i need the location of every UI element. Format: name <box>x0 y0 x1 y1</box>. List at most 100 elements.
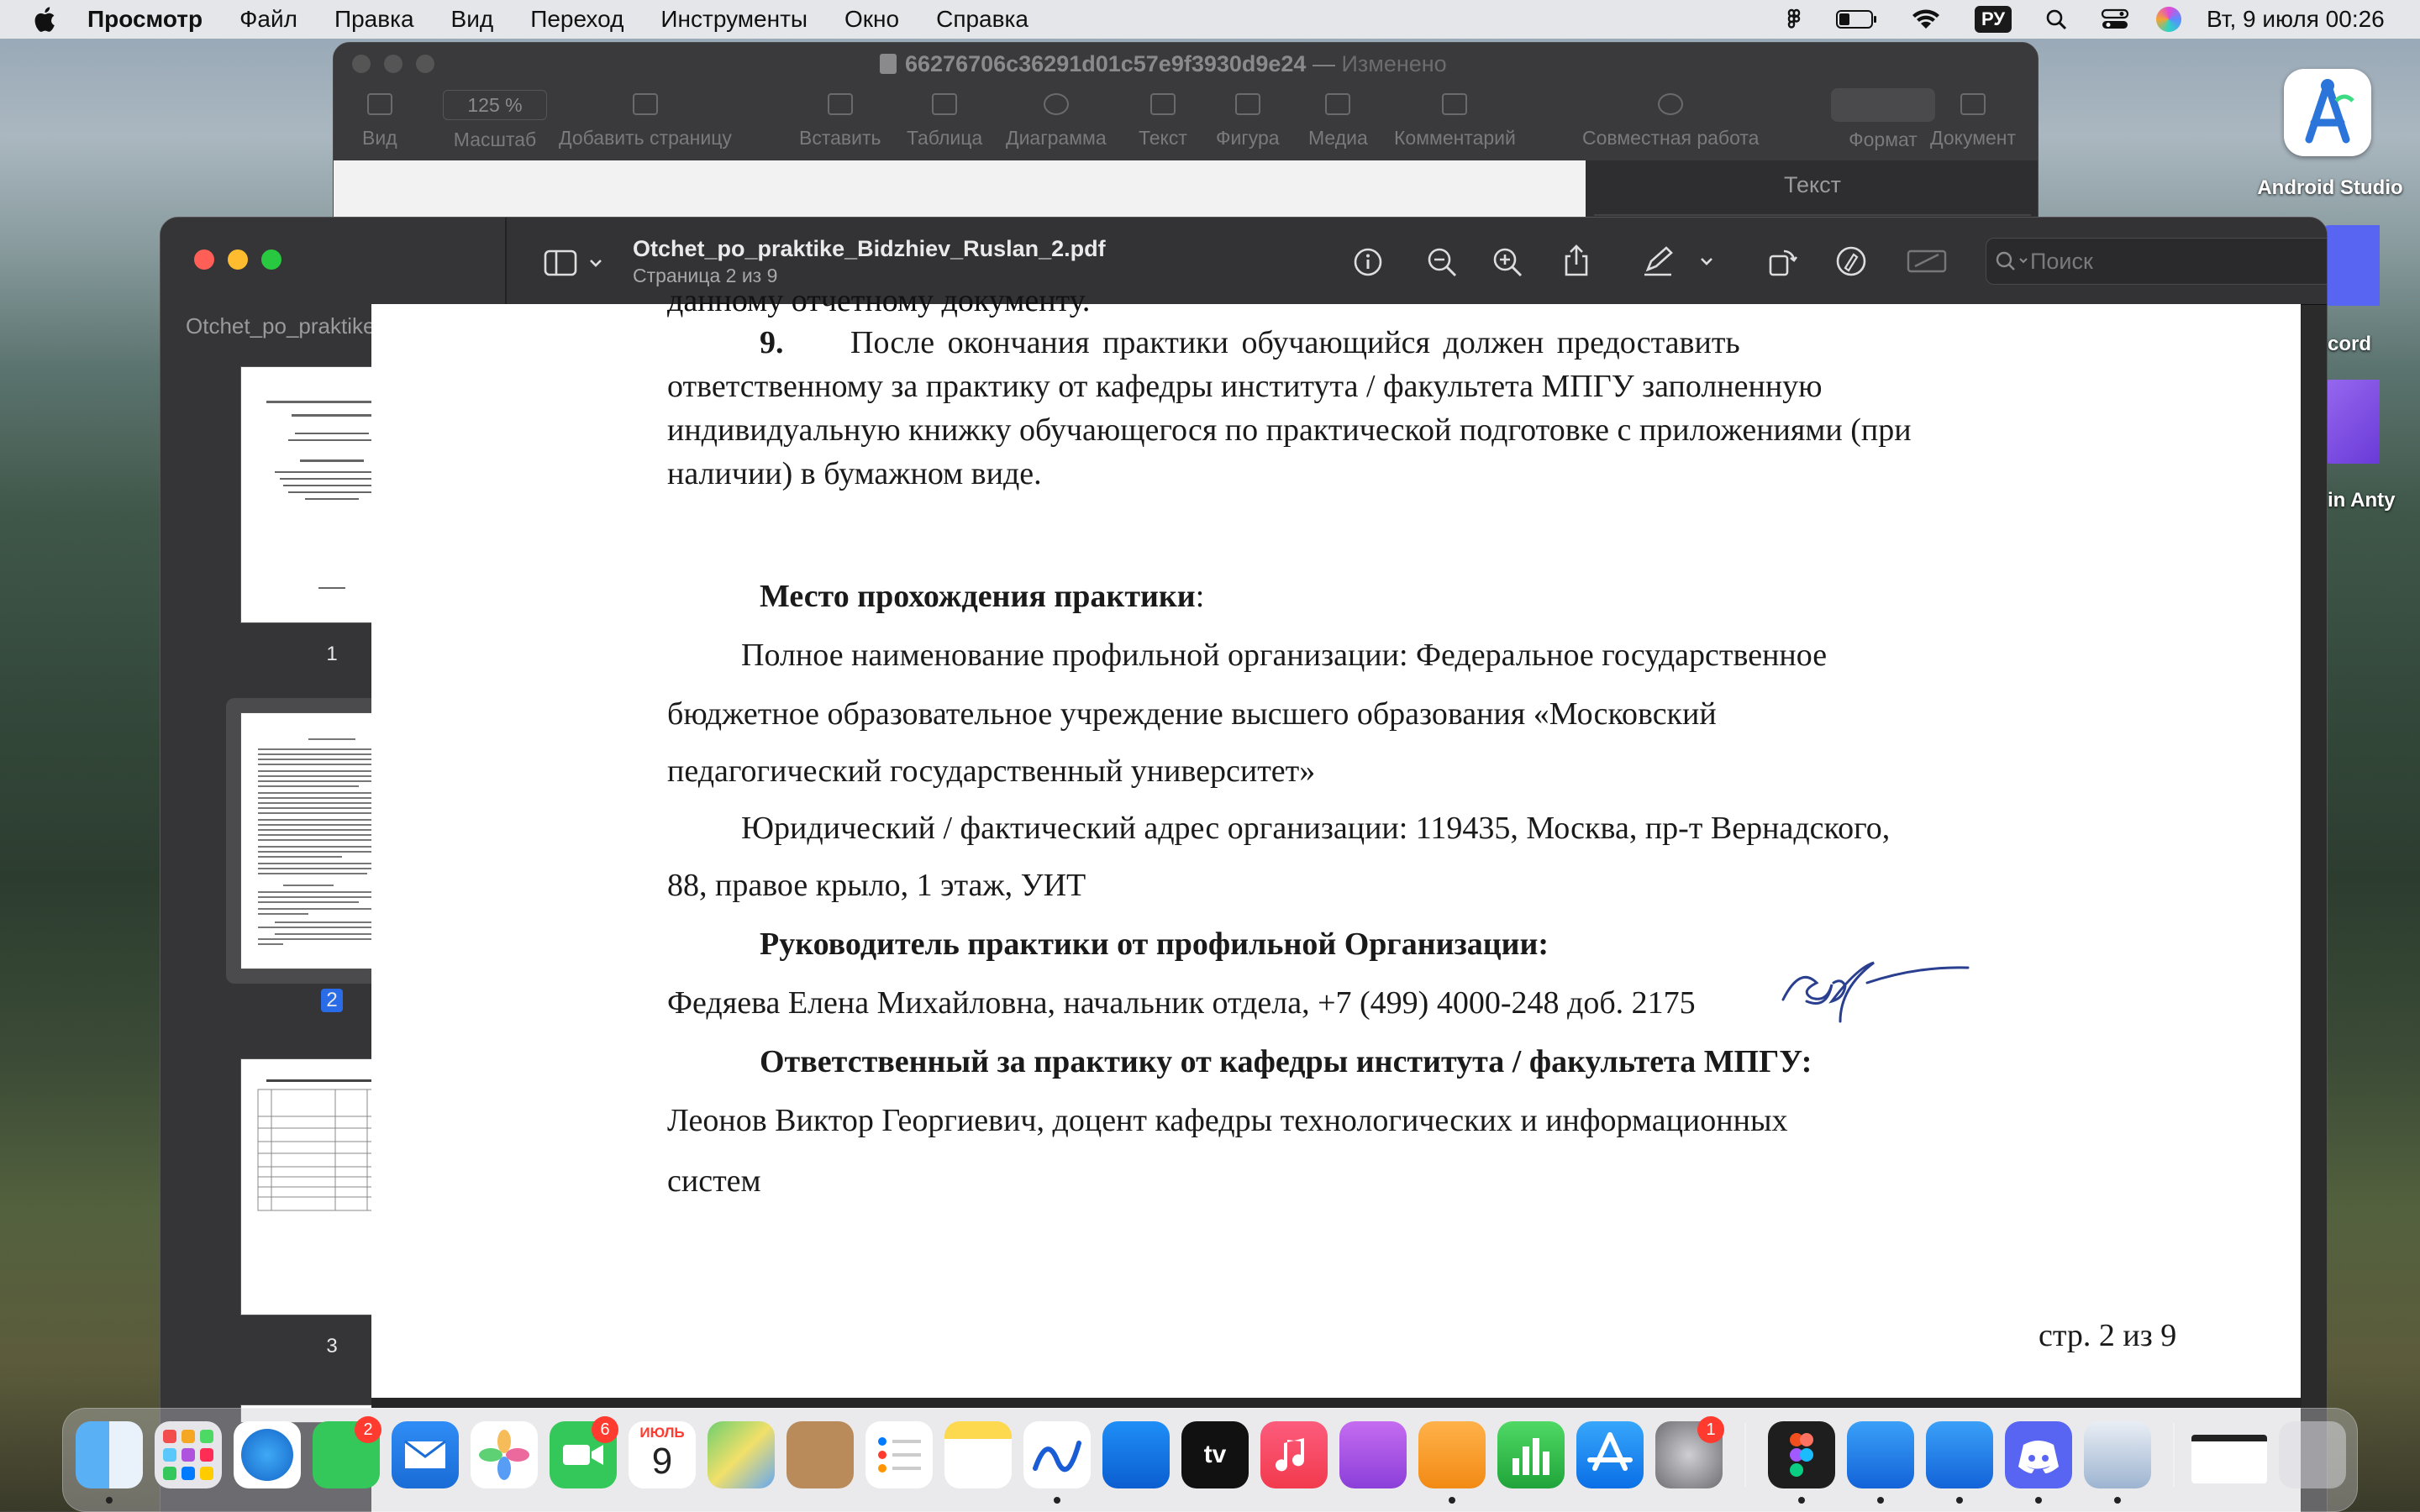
document-title: Otchet_po_praktike_Bidzhiev_Ruslan_2.pdf <box>633 236 1106 261</box>
scrollbar-track[interactable] <box>2302 305 2327 1512</box>
zoom-out-icon[interactable] <box>1426 246 1458 278</box>
menu-go[interactable]: Переход <box>530 6 623 33</box>
close-button[interactable] <box>194 249 214 270</box>
input-language[interactable]: РУ <box>1975 6 2012 33</box>
section-heading-responsible: Ответственный за практику от кафедры инс… <box>760 1044 1812 1079</box>
pages-icon[interactable] <box>1418 1421 1486 1488</box>
contacts-icon[interactable] <box>786 1421 854 1488</box>
menu-view[interactable]: Вид <box>451 6 494 33</box>
preview-icon[interactable] <box>2084 1421 2151 1488</box>
menu-window[interactable]: Окно <box>844 6 899 33</box>
menu-tools[interactable]: Инструменты <box>660 6 808 33</box>
menu-edit[interactable]: Правка <box>334 6 414 33</box>
document-icon <box>880 54 897 74</box>
add-page-button[interactable]: Добавить страницу <box>559 93 732 150</box>
format-button[interactable]: Формат <box>1831 88 1935 151</box>
dock-indicator-freeform <box>1054 1497 1060 1504</box>
battery-icon[interactable] <box>1835 0 1879 39</box>
podcasts-icon[interactable] <box>1339 1421 1407 1488</box>
settings-badge: 1 <box>1697 1416 1724 1443</box>
freeform-icon[interactable] <box>1023 1421 1091 1488</box>
launchpad-icon[interactable] <box>155 1421 222 1488</box>
clause-9-line-4: наличии) в бумажном виде. <box>667 456 1042 491</box>
facetime-badge: 6 <box>592 1416 618 1443</box>
pages-zoom-button[interactable] <box>416 55 434 73</box>
insert-button[interactable]: Вставить <box>799 93 881 150</box>
document-button[interactable]: Документ <box>1930 93 2016 150</box>
reminders-icon[interactable] <box>865 1421 933 1488</box>
insert-icon <box>827 93 853 115</box>
search-field[interactable]: Поиск <box>1986 238 2327 285</box>
shape-button[interactable]: Фигура <box>1216 93 1280 150</box>
photos-icon[interactable] <box>471 1421 538 1488</box>
android-studio-icon[interactable] <box>2284 69 2371 156</box>
minimize-button[interactable] <box>228 249 248 270</box>
xcode-icon[interactable] <box>1926 1421 1993 1488</box>
search-icon[interactable] <box>2044 0 2069 39</box>
sidebar-toggle-icon[interactable] <box>544 246 611 280</box>
info-icon[interactable] <box>1352 246 1384 278</box>
rotate-icon[interactable] <box>1765 244 1799 278</box>
numbers-icon[interactable] <box>1497 1421 1565 1488</box>
collaborate-icon <box>1658 93 1684 115</box>
mail-icon[interactable] <box>392 1421 459 1488</box>
section-heading-place: Место прохождения практики: <box>760 578 1204 615</box>
safari-icon[interactable] <box>234 1421 301 1488</box>
add-page-icon <box>632 93 658 115</box>
simulator-icon[interactable] <box>1847 1421 1914 1488</box>
desktop-label-discord: cord <box>2328 333 2372 355</box>
menu-help[interactable]: Справка <box>936 6 1028 33</box>
comment-button[interactable]: Комментарий <box>1394 93 1516 150</box>
date-time[interactable]: Вт, 9 июля 00:26 <box>2207 0 2385 39</box>
apple-tv-icon[interactable]: tv <box>1181 1421 1249 1488</box>
zoom-in-icon[interactable] <box>1491 246 1523 278</box>
trash-icon[interactable] <box>2279 1421 2346 1488</box>
dock-indicator-preview <box>2114 1497 2121 1504</box>
text-button[interactable]: Текст <box>1139 93 1187 150</box>
share-icon[interactable] <box>1560 243 1592 278</box>
wifi-icon[interactable] <box>1909 0 1943 39</box>
comment-label: Комментарий <box>1394 127 1516 149</box>
pages-edit-status: Изменено <box>1341 51 1447 76</box>
page-bottom-gap <box>371 1398 2301 1408</box>
markup-icon[interactable] <box>1834 244 1868 278</box>
figma-status-icon[interactable] <box>1781 0 1807 39</box>
calendar-month: ИЮЛЬ <box>639 1425 685 1441</box>
inspector-tab-text[interactable]: Текст <box>1586 172 2038 198</box>
partial-line-top: данному отчетному документу. <box>667 283 1091 318</box>
view-icon <box>366 93 392 115</box>
collaborate-button[interactable]: Совместная работа <box>1582 93 1759 150</box>
pages-zoom-select[interactable]: 125 % Масштаб <box>443 90 547 151</box>
app-store-icon[interactable] <box>1576 1421 1644 1488</box>
apple-icon[interactable] <box>30 5 57 34</box>
pages-view-button[interactable]: Вид <box>362 93 397 150</box>
address-line-2: 88, правое крыло, 1 этаж, УИТ <box>667 868 1086 903</box>
chart-icon <box>1043 93 1069 115</box>
dock-indicator-figma <box>1798 1497 1805 1504</box>
menu-app-name[interactable]: Просмотр <box>87 6 203 33</box>
table-button[interactable]: Таблица <box>907 93 982 150</box>
pages-close-button[interactable] <box>352 55 371 73</box>
discord-icon[interactable] <box>2005 1421 2072 1488</box>
org-line-3: педагогический государственный университ… <box>667 753 1316 789</box>
thumbnail-label-3: 3 <box>326 1335 338 1357</box>
notes-icon[interactable] <box>944 1421 1012 1488</box>
chart-button[interactable]: Диаграмма <box>1006 93 1107 150</box>
maps-icon[interactable] <box>708 1421 775 1488</box>
media-button[interactable]: Медиа <box>1308 93 1368 150</box>
clause-number-9: 9. <box>760 325 784 360</box>
document-panel-icon <box>1960 93 1986 115</box>
zoom-button[interactable] <box>261 249 281 270</box>
music-icon[interactable] <box>1260 1421 1328 1488</box>
markup-highlight-icon[interactable] <box>1641 244 1717 278</box>
siri-icon[interactable] <box>2156 7 2181 32</box>
figma-icon[interactable] <box>1768 1421 1835 1488</box>
recent-window-icon[interactable] <box>2191 1435 2267 1483</box>
keynote-icon[interactable] <box>1102 1421 1170 1488</box>
media-label: Медиа <box>1308 127 1368 149</box>
calendar-icon[interactable]: ИЮЛЬ 9 <box>629 1421 696 1488</box>
pages-minimize-button[interactable] <box>384 55 402 73</box>
finder-icon[interactable] <box>76 1421 143 1488</box>
control-center-icon[interactable] <box>2101 0 2129 39</box>
menu-file[interactable]: Файл <box>239 6 297 33</box>
